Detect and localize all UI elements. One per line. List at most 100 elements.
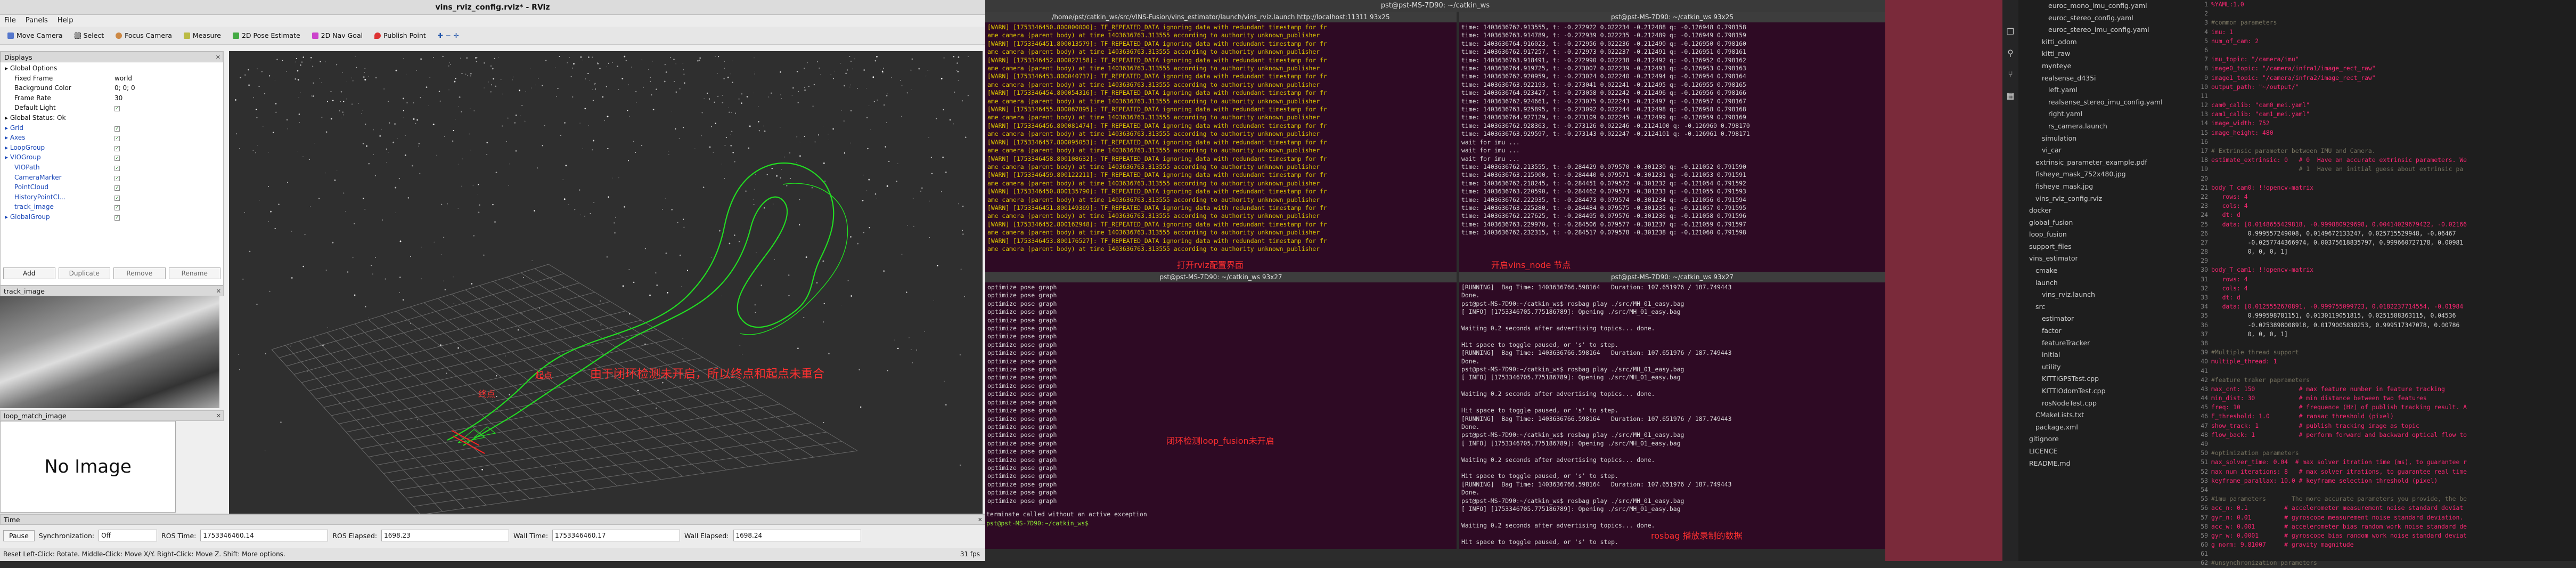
- explorer-item[interactable]: mynteye: [2018, 60, 2194, 72]
- code-line[interactable]: 10 output_path: "~/output/": [2194, 83, 2576, 92]
- code-line[interactable]: 38: [2194, 339, 2576, 348]
- checkbox[interactable]: ✓: [115, 175, 120, 181]
- tree-item[interactable]: Background Color 0; 0; 0: [3, 83, 221, 93]
- tree-item[interactable]: VIOPath ✓: [3, 163, 221, 173]
- code-line[interactable]: 5 num_of_cam: 2: [2194, 37, 2576, 46]
- code-line[interactable]: 14 image_width: 752: [2194, 119, 2576, 128]
- explorer-item[interactable]: support_files: [2018, 241, 2194, 253]
- files-icon[interactable]: ❐: [2002, 21, 2018, 43]
- source-control-icon[interactable]: ⑂: [2002, 64, 2018, 85]
- checkbox[interactable]: ✓: [115, 126, 120, 132]
- explorer-item[interactable]: README.md: [2018, 458, 2194, 470]
- tree-item[interactable]: ▸ Axes ✓: [3, 133, 221, 143]
- code-line[interactable]: 58 acc_w: 0.001 # accelerometer bias rand…: [2194, 522, 2576, 531]
- wall-elapsed-field[interactable]: 1698.24: [733, 530, 861, 541]
- tree-item-value[interactable]: [115, 63, 221, 74]
- tree-item[interactable]: Fixed Frame world: [3, 74, 221, 84]
- pose-estimate-button[interactable]: 2D Pose Estimate: [228, 29, 305, 42]
- code-line[interactable]: 49: [2194, 440, 2576, 449]
- code-editor[interactable]: 1 %YAML:1.0 2 3 #common parameters 4 imu: 1 5 nu…: [2194, 0, 2576, 566]
- code-line[interactable]: 46 F_threshold: 1.0 # ransac threshold (p…: [2194, 412, 2576, 421]
- tree-item-value[interactable]: ✓: [115, 202, 221, 212]
- tree-item-value[interactable]: ✓: [115, 173, 221, 183]
- code-line[interactable]: 40 multiple_thread: 1: [2194, 357, 2576, 366]
- ros-time-field[interactable]: 1753346460.14: [200, 530, 329, 541]
- code-line[interactable]: 60 g_norm: 9.81007 # gravity magnitude: [2194, 540, 2576, 549]
- code-line[interactable]: 18 estimate_extrinsic: 0 # 0 Have an accu…: [2194, 156, 2576, 165]
- code-line[interactable]: 35 0.999598781151, 0.0130119051815, 0.02…: [2194, 311, 2576, 320]
- explorer-item[interactable]: realsense_stereo_imu_config.yaml: [2018, 96, 2194, 109]
- close-icon[interactable]: ✕: [216, 411, 221, 421]
- publish-point-button[interactable]: Publish Point: [370, 29, 430, 42]
- code-line[interactable]: 12 cam0_calib: "cam0_mei.yaml": [2194, 101, 2576, 110]
- checkbox[interactable]: ✓: [115, 145, 120, 151]
- code-line[interactable]: 59 gyr_w: 0.0001 # gyroscope bias random …: [2194, 531, 2576, 540]
- explorer-item[interactable]: vins_estimator: [2018, 253, 2194, 265]
- tree-item[interactable]: PointCloud ✓: [3, 182, 221, 192]
- code-line[interactable]: 2: [2194, 9, 2576, 18]
- select-button[interactable]: Select: [70, 29, 109, 42]
- code-line[interactable]: 44 min_dist: 30 # min distance between tw…: [2194, 394, 2576, 403]
- code-line[interactable]: 15 image_height: 480: [2194, 128, 2576, 137]
- tree-item[interactable]: ▸ Global Options: [3, 63, 221, 74]
- code-line[interactable]: 42 #feature traker paprameters: [2194, 376, 2576, 385]
- code-line[interactable]: 23 cols: 4: [2194, 201, 2576, 210]
- code-line[interactable]: 21 body_T_cam0: !!opencv-matrix: [2194, 183, 2576, 192]
- explorer-item[interactable]: extrinsic_parameter_example.pdf: [2018, 157, 2194, 169]
- code-line[interactable]: 27 -0.0257744366974, 0.00375618835797, 0…: [2194, 238, 2576, 247]
- explorer-item[interactable]: cmake: [2018, 265, 2194, 277]
- tree-item-value[interactable]: ✓: [115, 152, 221, 163]
- code-line[interactable]: 31 rows: 4: [2194, 275, 2576, 284]
- tree-item[interactable]: CameraMarker ✓: [3, 173, 221, 183]
- move-camera-button[interactable]: Move Camera: [3, 29, 67, 42]
- checkbox[interactable]: ✓: [115, 165, 120, 171]
- code-line[interactable]: 51 max_solver_time: 0.04 # max solver itr…: [2194, 458, 2576, 467]
- code-line[interactable]: 53 keyframe_parallax: 10.0 # keyframe sel…: [2194, 476, 2576, 485]
- code-line[interactable]: 22 rows: 4: [2194, 192, 2576, 201]
- tree-item-value[interactable]: ✓: [115, 182, 221, 192]
- wall-time-field[interactable]: 1753346460.17: [552, 530, 681, 541]
- explorer-item[interactable]: gitignore: [2018, 433, 2194, 445]
- explorer-item[interactable]: right.yaml: [2018, 108, 2194, 120]
- tree-item-value[interactable]: 0; 0; 0: [115, 83, 221, 93]
- explorer-item[interactable]: left.yaml: [2018, 84, 2194, 96]
- tree-item-value[interactable]: ✓: [115, 143, 221, 153]
- explorer-item[interactable]: CMakeLists.txt: [2018, 409, 2194, 421]
- nav-goal-button[interactable]: 2D Nav Goal: [308, 29, 367, 42]
- explorer-item[interactable]: package.xml: [2018, 421, 2194, 434]
- checkbox[interactable]: ✓: [115, 205, 120, 211]
- tree-item-value[interactable]: world: [115, 74, 221, 84]
- code-line[interactable]: 36 -0.0253898008918, 0.0179005838253, 0.…: [2194, 321, 2576, 330]
- code-line[interactable]: 11: [2194, 92, 2576, 101]
- explorer-item[interactable]: global_fusion: [2018, 217, 2194, 229]
- add-tool-button[interactable]: ✚ − ✛: [434, 29, 463, 42]
- explorer-item[interactable]: utility: [2018, 361, 2194, 374]
- code-line[interactable]: 6: [2194, 46, 2576, 55]
- explorer-item[interactable]: euroc_stereo_config.yaml: [2018, 12, 2194, 25]
- code-line[interactable]: 47 show_track: 1 # publish tracking image…: [2194, 421, 2576, 431]
- code-line[interactable]: 39 #Multiple thread support: [2194, 348, 2576, 357]
- tree-item[interactable]: Frame Rate 30: [3, 93, 221, 103]
- 3d-viewport[interactable]: 由于闭环检测未开启，所以终点和起点未重合 起点 终点: [229, 51, 983, 515]
- explorer-item[interactable]: realsense_d435i: [2018, 72, 2194, 85]
- explorer-item[interactable]: src: [2018, 301, 2194, 313]
- remove-button[interactable]: Remove: [113, 267, 166, 279]
- close-icon[interactable]: ✕: [216, 52, 220, 63]
- tree-item-value[interactable]: 30: [115, 93, 221, 103]
- explorer-item[interactable]: launch: [2018, 277, 2194, 289]
- explorer-item[interactable]: fisheye_mask_752x480.jpg: [2018, 168, 2194, 181]
- terminal-3[interactable]: pst@pst-MS-7D90: ~/catkin_ws 93x27 optim…: [985, 272, 1457, 549]
- code-line[interactable]: 43 max_cnt: 150 # max feature number in f…: [2194, 385, 2576, 394]
- tree-item[interactable]: HistoryPointCl... ✓: [3, 192, 221, 202]
- duplicate-button[interactable]: Duplicate: [58, 267, 110, 279]
- ros-elapsed-field[interactable]: 1698.23: [381, 530, 510, 541]
- code-line[interactable]: 32 cols: 4: [2194, 284, 2576, 293]
- measure-button[interactable]: Measure: [179, 29, 225, 42]
- explorer-item[interactable]: featureTracker: [2018, 337, 2194, 350]
- terminal-2[interactable]: pst@pst-MS-7D90: ~/catkin_ws 93x25 time:…: [1459, 12, 1885, 281]
- code-line[interactable]: 37 0, 0, 0, 1]: [2194, 330, 2576, 339]
- menu-panels[interactable]: Panels: [26, 17, 48, 25]
- tree-item[interactable]: ▸ Global Status: Ok: [3, 113, 221, 123]
- tree-item[interactable]: Default Light ✓: [3, 103, 221, 113]
- explorer-item[interactable]: initial: [2018, 349, 2194, 361]
